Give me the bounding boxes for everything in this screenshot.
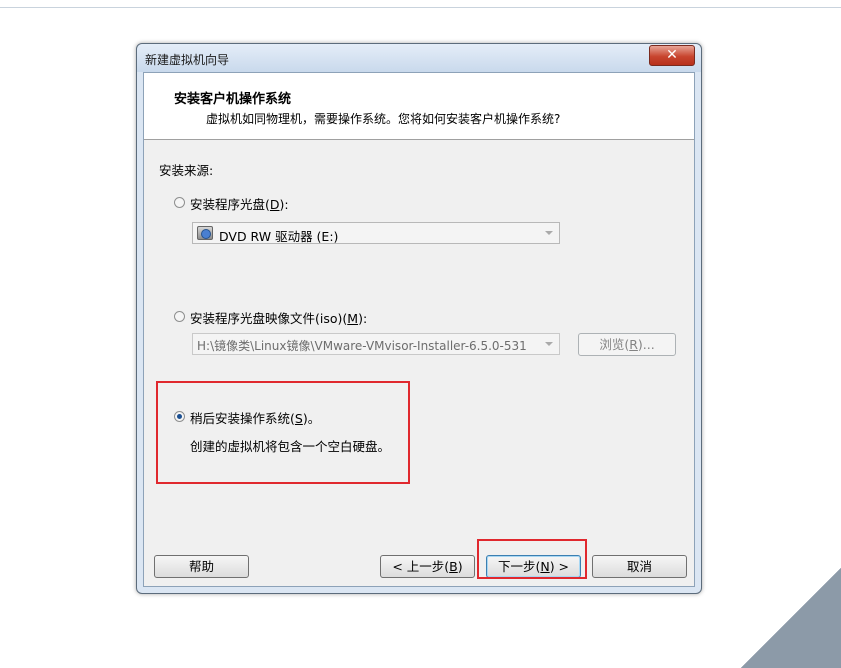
- window-title: 新建虚拟机向导: [145, 53, 230, 67]
- disc-drive-select[interactable]: DVD RW 驱动器 (E:): [192, 222, 560, 244]
- chevron-down-icon: [545, 231, 553, 235]
- new-vm-wizard-window: 新建虚拟机向导 ✕ 安装客户机操作系统 虚拟机如同物理机，需要操作系统。您将如何…: [136, 43, 702, 594]
- radio-installer-disc[interactable]: [174, 197, 185, 208]
- installer-disc-label[interactable]: 安装程序光盘(D):: [190, 194, 289, 213]
- cancel-button[interactable]: 取消: [592, 555, 687, 578]
- help-button[interactable]: 帮助: [154, 555, 249, 578]
- close-button[interactable]: ✕: [649, 45, 695, 66]
- install-source-label: 安装来源:: [159, 163, 214, 178]
- highlight-install-later: [156, 381, 410, 484]
- chevron-down-icon: [545, 342, 553, 346]
- disc-drive-value: DVD RW 驱动器 (E:): [219, 229, 339, 244]
- close-icon: ✕: [666, 47, 678, 63]
- iso-image-label[interactable]: 安装程序光盘映像文件(iso)(M):: [190, 308, 367, 327]
- iso-path-input[interactable]: H:\镜像类\Linux镜像\VMware-VMvisor-Installer-…: [192, 333, 560, 355]
- disc-drive-icon: [197, 226, 213, 240]
- background-divider: [0, 7, 841, 8]
- page-description: 虚拟机如同物理机，需要操作系统。您将如何安装客户机操作系统?: [206, 112, 561, 126]
- highlight-next-button: [477, 539, 587, 579]
- wizard-body: 安装客户机操作系统 虚拟机如同物理机，需要操作系统。您将如何安装客户机操作系统?…: [143, 72, 695, 587]
- back-button[interactable]: < 上一步(B): [380, 555, 475, 578]
- title-bar[interactable]: 新建虚拟机向导 ✕: [137, 44, 701, 72]
- browse-button[interactable]: 浏览(R)...: [578, 333, 676, 356]
- wizard-header: 安装客户机操作系统 虚拟机如同物理机，需要操作系统。您将如何安装客户机操作系统?: [144, 73, 694, 140]
- page-title: 安装客户机操作系统: [174, 92, 292, 107]
- iso-path-value: H:\镜像类\Linux镜像\VMware-VMvisor-Installer-…: [197, 339, 527, 353]
- background-corner-decoration: [741, 568, 841, 668]
- radio-iso-image[interactable]: [174, 311, 185, 322]
